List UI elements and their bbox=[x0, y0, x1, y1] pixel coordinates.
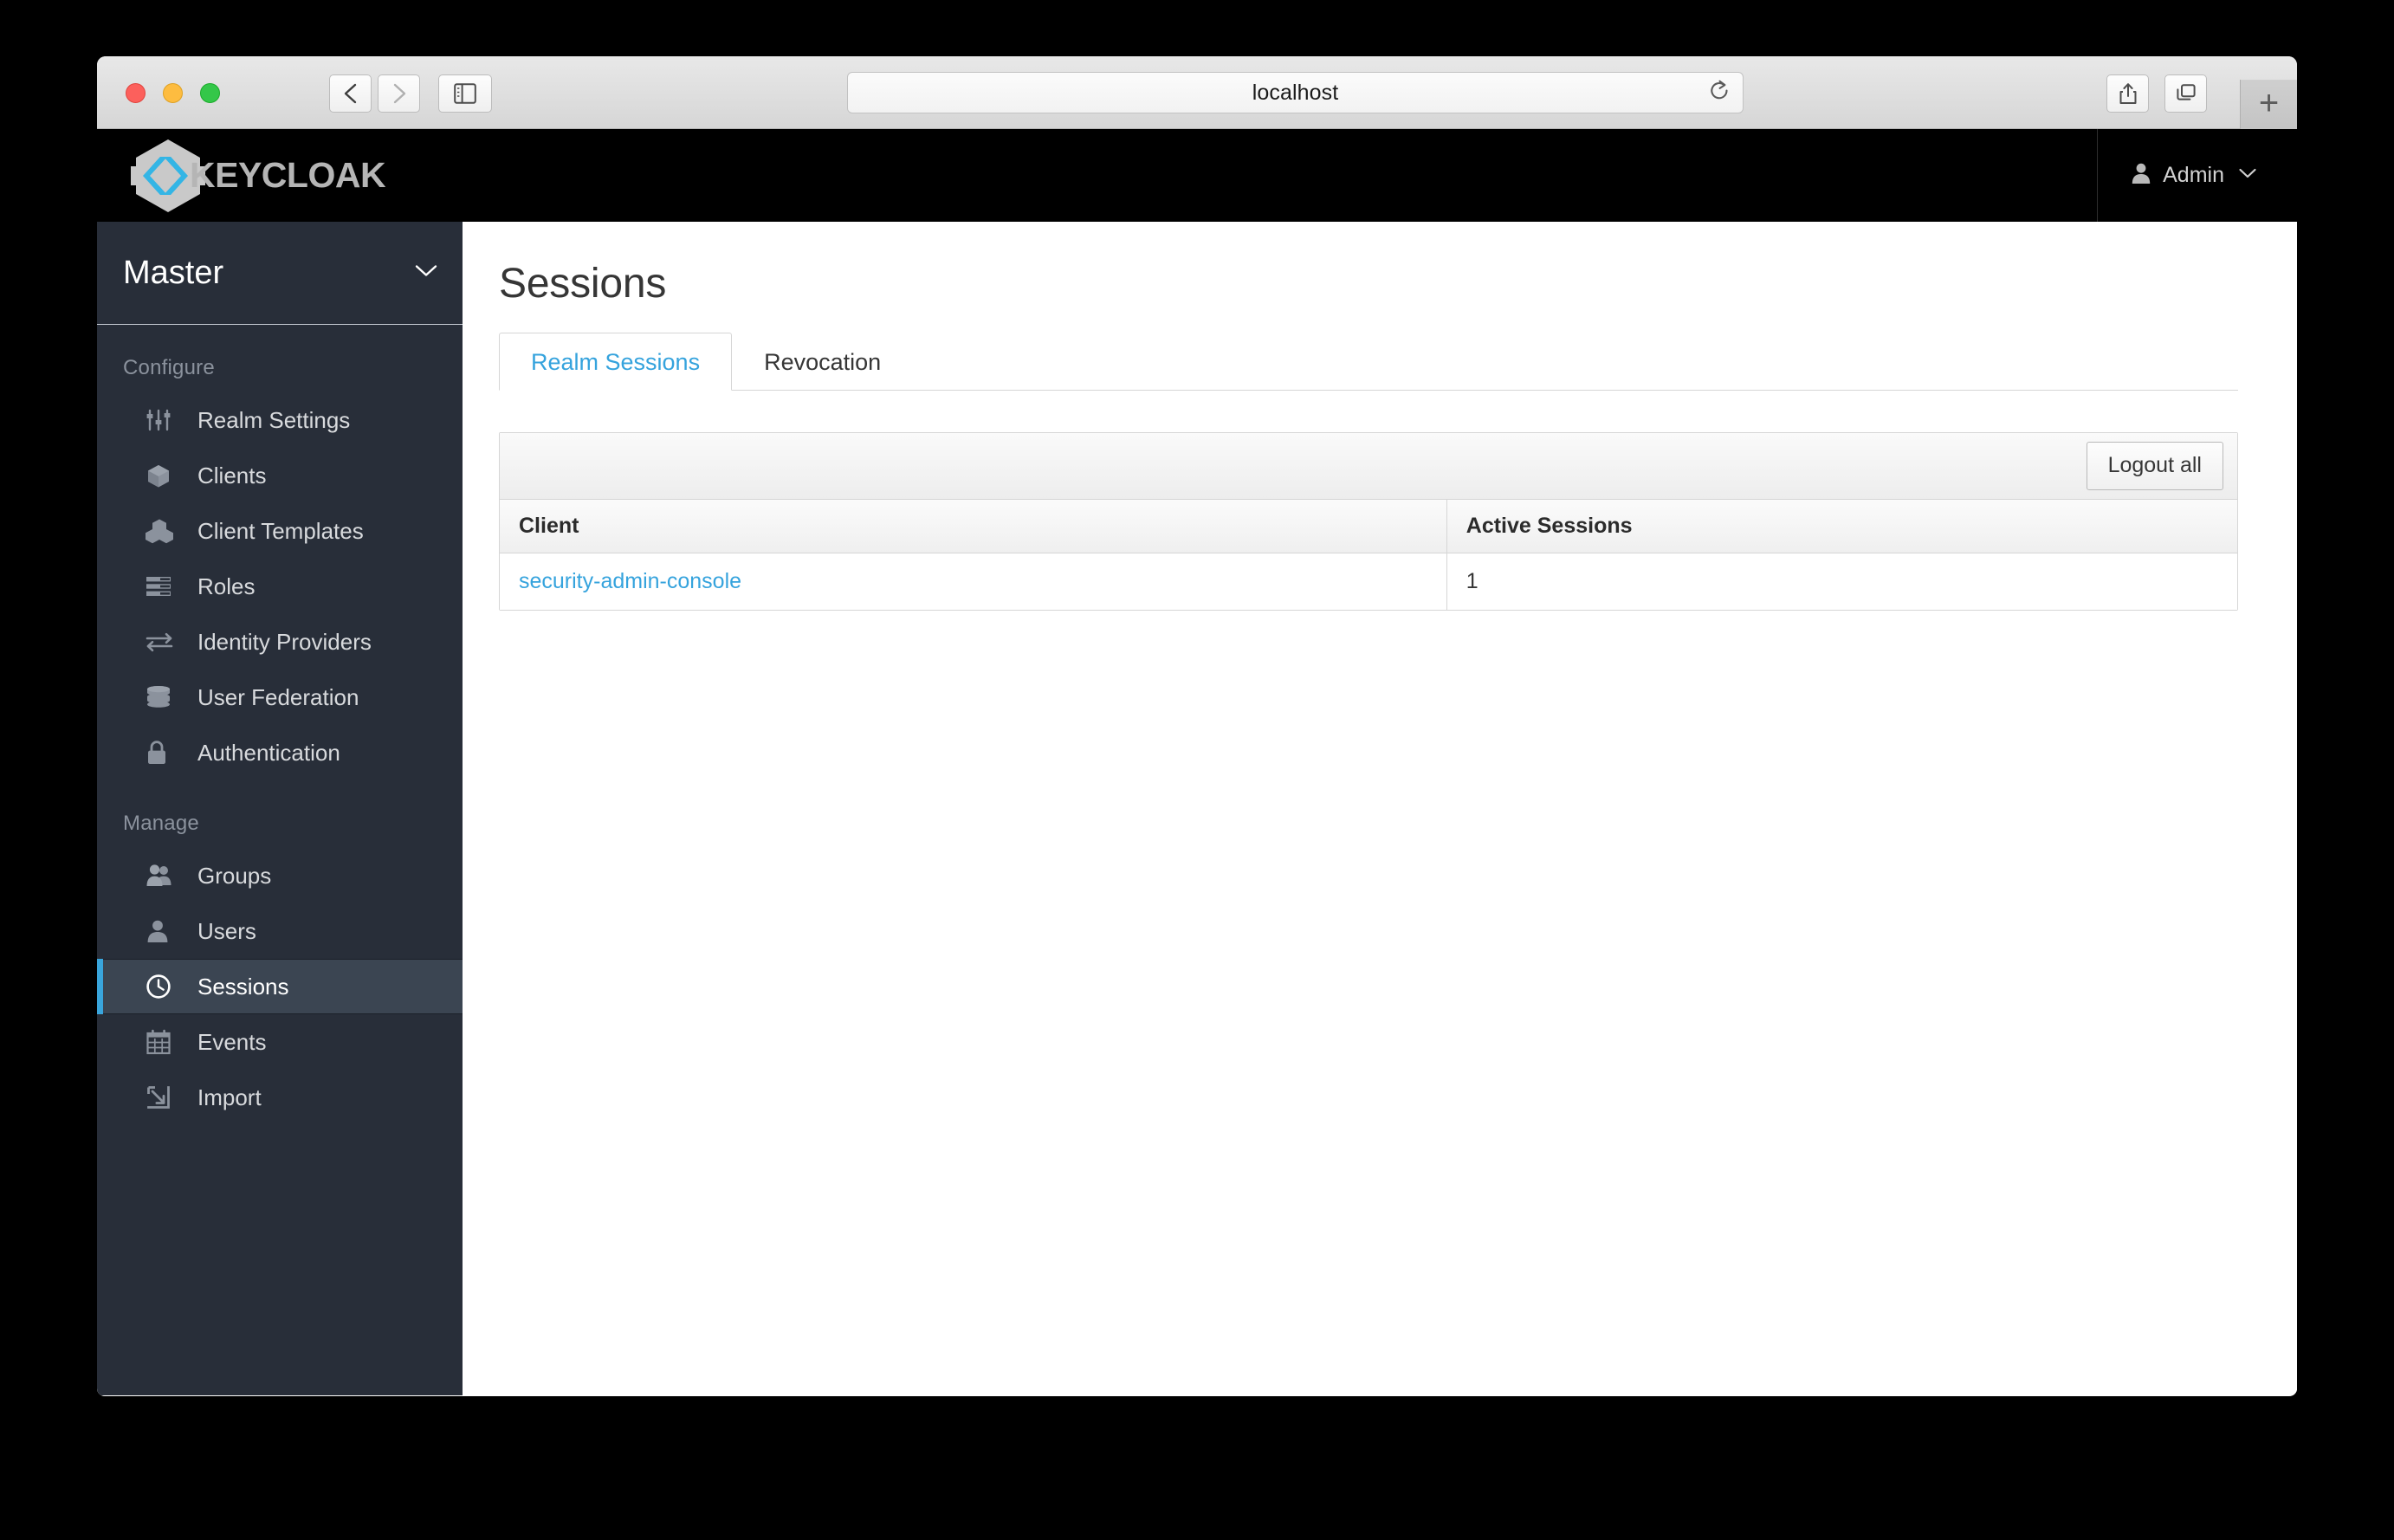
app-body: Master Configure Realm Settings Clients … bbox=[97, 222, 2297, 1395]
sidebar-item-clients[interactable]: Clients bbox=[97, 448, 463, 503]
panel-toolbar: Logout all bbox=[500, 433, 2237, 500]
reload-button[interactable] bbox=[1708, 79, 1731, 107]
chevron-right-icon bbox=[393, 83, 405, 104]
reload-icon bbox=[1711, 80, 1728, 100]
back-button[interactable] bbox=[329, 74, 372, 113]
column-header-active-sessions: Active Sessions bbox=[1446, 500, 2237, 553]
chevron-left-icon bbox=[344, 83, 356, 104]
user-menu-label: Admin bbox=[2163, 163, 2224, 187]
browser-toolbar: localhost + bbox=[97, 56, 2297, 129]
column-header-client: Client bbox=[500, 500, 1447, 553]
share-button[interactable] bbox=[2106, 74, 2149, 113]
realm-selector[interactable]: Master bbox=[97, 222, 463, 325]
sessions-table: Client Active Sessions security-admin-co… bbox=[500, 500, 2237, 610]
tab-overview-button[interactable] bbox=[2164, 74, 2207, 113]
tab-revocation[interactable]: Revocation bbox=[732, 333, 913, 391]
browser-window: localhost + KEYCLOAK Admin Master Config… bbox=[97, 56, 2297, 1396]
client-link[interactable]: security-admin-console bbox=[519, 569, 741, 593]
sidebar-item-identity-providers[interactable]: Identity Providers bbox=[97, 614, 463, 670]
sidebar-item-authentication[interactable]: Authentication bbox=[97, 725, 463, 780]
traffic-lights bbox=[126, 83, 220, 103]
tab-label: Realm Sessions bbox=[531, 349, 701, 375]
cell-active-sessions: 1 bbox=[1446, 553, 2237, 610]
import-arrow-icon bbox=[146, 1084, 175, 1110]
user-icon bbox=[146, 919, 175, 943]
sidebar-item-label: Realm Settings bbox=[197, 406, 351, 433]
sidebar-item-import[interactable]: Import bbox=[97, 1070, 463, 1125]
sidebar-item-label: Users bbox=[197, 917, 256, 944]
sidebar-item-label: Sessions bbox=[197, 973, 289, 1000]
tab-label: Revocation bbox=[764, 349, 882, 375]
tab-bar: Realm Sessions Revocation bbox=[499, 332, 2238, 391]
clock-icon bbox=[146, 974, 175, 1000]
cubes-icon bbox=[146, 518, 175, 544]
app-header: KEYCLOAK Admin bbox=[97, 129, 2297, 222]
sidebar-panel-icon bbox=[454, 83, 476, 104]
sidebar-item-label: Roles bbox=[197, 573, 256, 599]
url-text: localhost bbox=[1252, 80, 1339, 105]
sidebar: Master Configure Realm Settings Clients … bbox=[97, 222, 463, 1395]
cube-icon bbox=[146, 463, 175, 489]
sidebar-item-label: Events bbox=[197, 1028, 267, 1055]
close-window-button[interactable] bbox=[126, 83, 146, 103]
keycloak-app: KEYCLOAK Admin Master Configure Realm Se… bbox=[97, 129, 2297, 1395]
sidebar-item-realm-settings[interactable]: Realm Settings bbox=[97, 392, 463, 448]
list-bars-icon bbox=[146, 575, 175, 598]
tab-realm-sessions[interactable]: Realm Sessions bbox=[499, 333, 733, 391]
sidebar-toggle-wrapper bbox=[438, 74, 492, 113]
share-icon bbox=[2119, 83, 2136, 104]
url-bar[interactable]: localhost bbox=[847, 72, 1744, 113]
sidebar-item-roles[interactable]: Roles bbox=[97, 559, 463, 614]
table-header-row: Client Active Sessions bbox=[500, 500, 2237, 553]
page-title: Sessions bbox=[499, 261, 667, 307]
logout-all-button[interactable]: Logout all bbox=[2086, 442, 2223, 490]
sidebar-item-groups[interactable]: Groups bbox=[97, 848, 463, 903]
sidebar-item-label: Clients bbox=[197, 462, 267, 489]
new-tab-label: + bbox=[2258, 83, 2280, 122]
minimize-window-button[interactable] bbox=[163, 83, 183, 103]
new-tab-button[interactable]: + bbox=[2240, 80, 2297, 129]
sidebar-item-label: Groups bbox=[197, 862, 272, 889]
main-content: Sessions Realm Sessions Revocation Logou… bbox=[463, 222, 2297, 1395]
sidebar-item-client-templates[interactable]: Client Templates bbox=[97, 503, 463, 559]
user-menu[interactable]: Admin bbox=[2097, 129, 2297, 222]
tab-overview-icon bbox=[2176, 84, 2196, 100]
sidebar-item-events[interactable]: Events bbox=[97, 1014, 463, 1070]
database-icon bbox=[146, 685, 175, 709]
lock-icon bbox=[146, 740, 175, 766]
sidebar-item-label: Import bbox=[197, 1084, 262, 1110]
sidebar-item-users[interactable]: Users bbox=[97, 903, 463, 959]
user-icon bbox=[2131, 162, 2151, 189]
brand[interactable]: KEYCLOAK bbox=[131, 138, 386, 214]
sessions-panel: Logout all Client Active Sessions securi… bbox=[499, 432, 2238, 611]
sidebar-item-label: Authentication bbox=[197, 739, 340, 766]
sliders-icon bbox=[146, 407, 175, 433]
cell-client: security-admin-console bbox=[500, 553, 1447, 610]
exchange-arrows-icon bbox=[146, 631, 175, 652]
forward-button[interactable] bbox=[378, 74, 420, 113]
nav-section-configure-label: Configure bbox=[123, 356, 215, 379]
table-body: security-admin-console 1 bbox=[500, 553, 2237, 610]
group-users-icon bbox=[146, 864, 175, 888]
sidebar-item-label: Identity Providers bbox=[197, 628, 372, 655]
chevron-down-icon bbox=[414, 263, 438, 282]
calendar-icon bbox=[146, 1029, 175, 1055]
table-row: security-admin-console 1 bbox=[500, 553, 2237, 610]
chevron-down-icon bbox=[2238, 167, 2257, 184]
sidebar-item-sessions[interactable]: Sessions bbox=[97, 959, 463, 1014]
brand-name: KEYCLOAK bbox=[190, 155, 386, 195]
browser-nav-group bbox=[329, 74, 420, 113]
nav-section-manage-label: Manage bbox=[123, 812, 199, 835]
sidebar-item-label: User Federation bbox=[197, 683, 359, 710]
realm-name: Master bbox=[123, 254, 224, 291]
sidebar-toggle-button[interactable] bbox=[438, 74, 492, 113]
sidebar-item-label: Client Templates bbox=[197, 517, 364, 544]
maximize-window-button[interactable] bbox=[200, 83, 220, 103]
browser-right-actions bbox=[2106, 74, 2207, 113]
sidebar-item-user-federation[interactable]: User Federation bbox=[97, 670, 463, 725]
table-head: Client Active Sessions bbox=[500, 500, 2237, 553]
